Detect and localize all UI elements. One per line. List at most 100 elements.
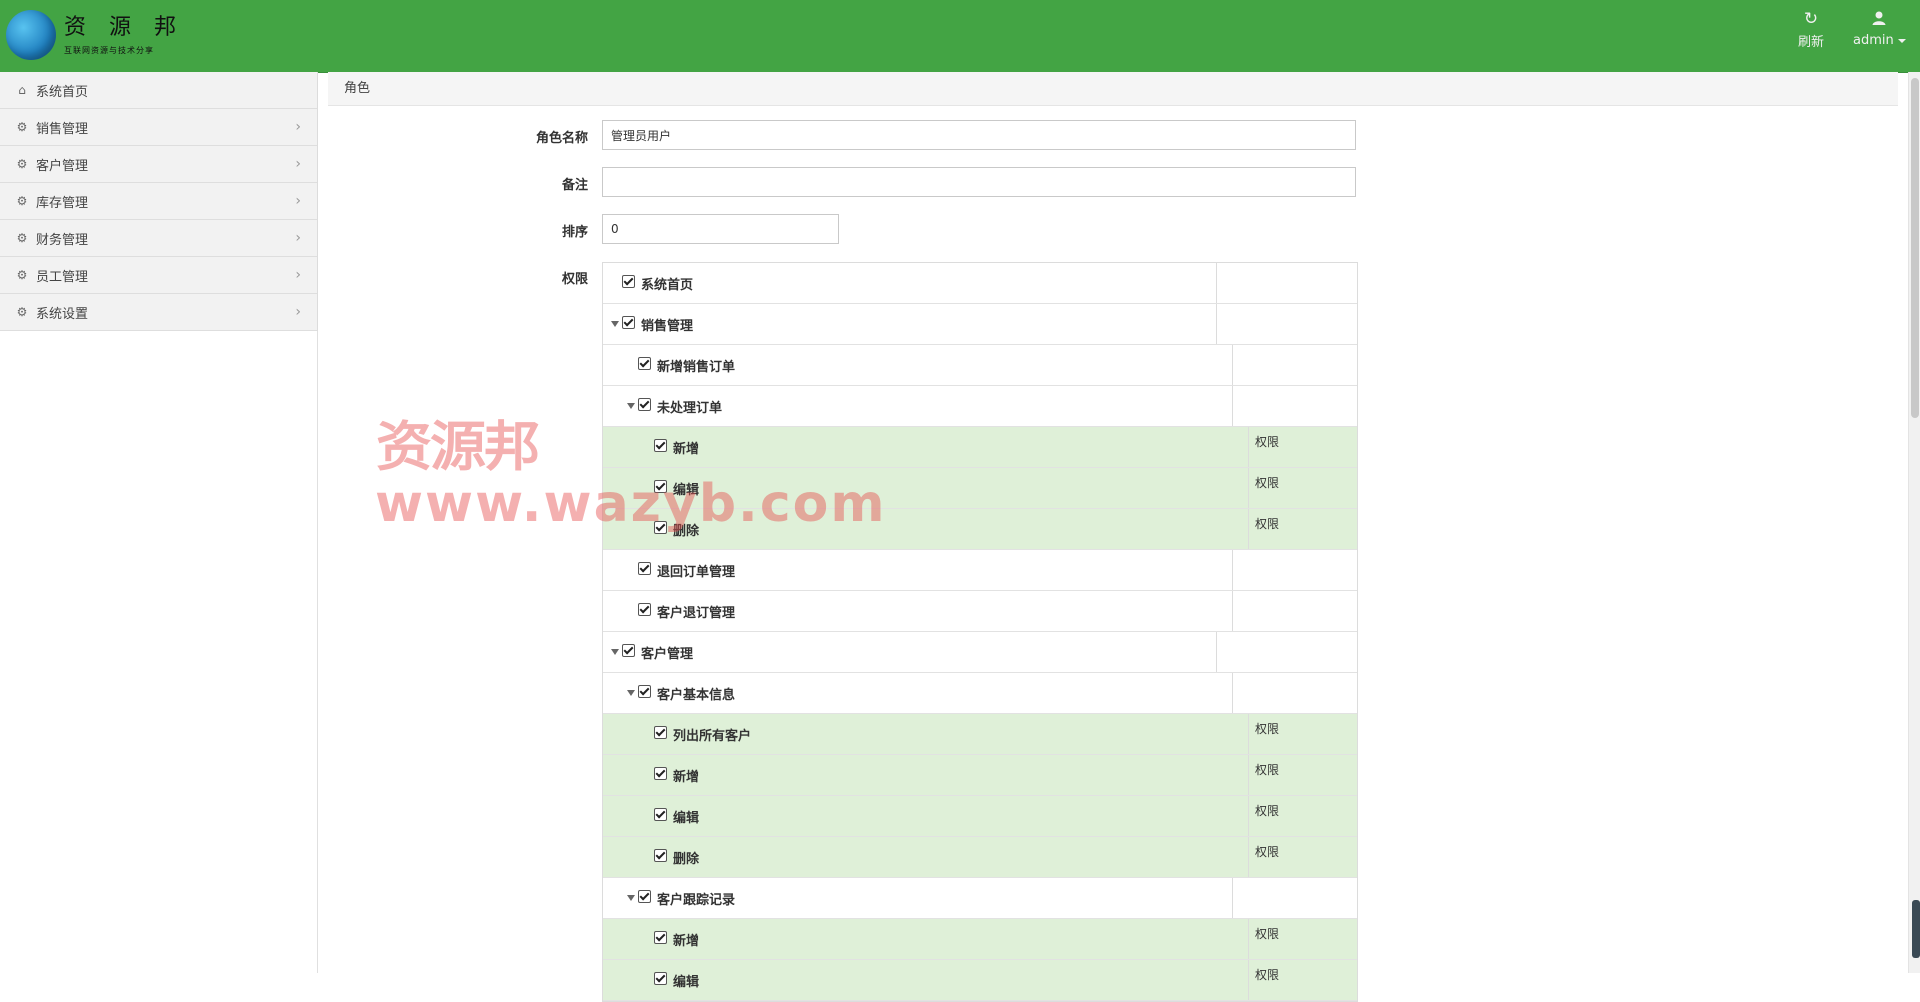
permission-cell: 销售管理 (603, 304, 1217, 344)
sidebar-item[interactable]: ⚙ 库存管理 › (0, 183, 317, 220)
sidebar-item[interactable]: ⌂ 系统首页 (0, 72, 317, 109)
side-panel-handle[interactable] (1912, 900, 1920, 958)
permission-row: 新增 权限 (603, 427, 1357, 468)
permission-right-cell: 权限 (1255, 927, 1280, 941)
permission-row: 客户基本信息 (603, 673, 1357, 714)
permission-checkbox[interactable] (654, 971, 667, 985)
gear-icon: ⚙ (16, 157, 28, 171)
sidebar-item-label: 系统设置 (36, 306, 89, 322)
permission-checkbox[interactable] (622, 315, 635, 329)
expand-triangle-icon[interactable] (627, 690, 635, 696)
permission-right-cell (1233, 550, 1357, 590)
permission-row: 客户管理 (603, 632, 1357, 673)
permission-row: 新增 权限 (603, 755, 1357, 796)
user-icon (1853, 10, 1906, 30)
permission-row: 新增 权限 (603, 919, 1357, 960)
permission-checkbox[interactable] (654, 807, 667, 821)
permission-cell: 新增 (603, 755, 1249, 795)
permission-row: 退回订单管理 (603, 550, 1357, 591)
sidebar-item[interactable]: ⚙ 财务管理 › (0, 220, 317, 257)
permission-label: 编辑 (673, 974, 700, 990)
permission-right-cell (1217, 304, 1357, 344)
permission-cell: 列出所有客户 (603, 714, 1249, 754)
page-scrollbar[interactable] (1908, 72, 1920, 973)
permission-cell: 客户管理 (603, 632, 1217, 672)
permission-checkbox[interactable] (654, 930, 667, 944)
sidebar-item-label: 系统首页 (36, 84, 89, 100)
breadcrumb: 角色 (328, 72, 1898, 106)
permission-cell: 新增 (603, 919, 1249, 959)
remark-label: 备注 (561, 178, 588, 193)
sidebar-item[interactable]: ⚙ 销售管理 › (0, 109, 317, 146)
permission-right-cell: 权限 (1255, 763, 1280, 777)
permission-cell: 客户基本信息 (603, 673, 1233, 713)
permission-cell: 删除 (603, 837, 1249, 877)
permission-label: 列出所有客户 (673, 728, 752, 744)
permission-row: 未处理订单 (603, 386, 1357, 427)
remark-input[interactable] (602, 167, 1356, 197)
expand-triangle-icon[interactable] (627, 403, 635, 409)
permission-right-cell (1233, 673, 1357, 713)
sidebar-item-label: 销售管理 (36, 121, 89, 137)
permission-right-cell: 权限 (1255, 845, 1280, 859)
permission-right-cell: 权限 (1255, 722, 1280, 736)
permission-cell: 系统首页 (603, 263, 1217, 303)
permission-checkbox[interactable] (638, 602, 651, 616)
permission-checkbox[interactable] (638, 561, 651, 575)
chevron-right-icon: › (295, 156, 301, 172)
gear-icon: ⚙ (16, 120, 28, 134)
permission-row: 销售管理 (603, 304, 1357, 345)
sidebar-item[interactable]: ⚙ 客户管理 › (0, 146, 317, 183)
permission-cell: 新增 (603, 427, 1249, 467)
permission-checkbox[interactable] (638, 356, 651, 370)
chevron-right-icon: › (295, 304, 301, 320)
logo-title: 资 源 邦 (64, 14, 184, 40)
gear-icon: ⚙ (16, 231, 28, 245)
permission-label: 未处理订单 (657, 400, 723, 416)
permission-right-cell (1233, 386, 1357, 426)
chevron-right-icon: › (295, 230, 301, 246)
refresh-icon: ↻ (1803, 9, 1819, 29)
globe-logo-icon (6, 10, 56, 60)
permission-right-cell (1233, 591, 1357, 631)
permission-checkbox[interactable] (654, 438, 667, 452)
sort-input[interactable] (602, 214, 839, 244)
expand-triangle-icon[interactable] (627, 895, 635, 901)
permission-checkbox[interactable] (622, 643, 635, 657)
permission-label: 客户基本信息 (657, 687, 736, 703)
permission-checkbox[interactable] (638, 889, 651, 903)
permission-checkbox[interactable] (654, 766, 667, 780)
permission-row: 编辑 权限 (603, 960, 1357, 1001)
permission-right-cell (1233, 345, 1357, 385)
logo[interactable]: 资 源 邦 互联网资源与技术分享 (6, 10, 184, 60)
permission-checkbox[interactable] (638, 397, 651, 411)
permission-label: 新增销售订单 (657, 359, 736, 375)
permission-label: 退回订单管理 (657, 564, 736, 580)
sidebar-item[interactable]: ⚙ 员工管理 › (0, 257, 317, 294)
chevron-right-icon: › (295, 193, 301, 209)
role-name-label: 角色名称 (535, 131, 588, 146)
permission-row: 新增销售订单 (603, 345, 1357, 386)
permission-label: 新增 (673, 769, 700, 785)
permission-cell: 新增销售订单 (603, 345, 1233, 385)
scrollbar-thumb[interactable] (1911, 78, 1919, 418)
expand-triangle-icon[interactable] (611, 649, 619, 655)
permission-row: 系统首页 (603, 263, 1357, 304)
sidebar: ⌂ 系统首页 ⚙ 销售管理 › ⚙ 客户管理 › ⚙ 库存管理 › ⚙ 财务管理 › ⚙ 员工管理 › ⚙ 系统设置… (0, 72, 318, 973)
top-header: 资 源 邦 互联网资源与技术分享 ↻ 刷新 admin (0, 0, 1920, 73)
gear-icon: ⚙ (16, 268, 28, 282)
permission-table: 系统首页 销售管理 新增销售订单 未处理订单 新增 权限 编辑 权限 删除 权限 退回订单管理 客户退… (602, 262, 1358, 1002)
expand-triangle-icon[interactable] (611, 321, 619, 327)
permission-checkbox[interactable] (654, 848, 667, 862)
permission-row: 编辑 权限 (603, 796, 1357, 837)
permission-checkbox[interactable] (622, 274, 635, 288)
permission-label: 编辑 (673, 810, 700, 826)
sidebar-item[interactable]: ⚙ 系统设置 › (0, 294, 317, 331)
refresh-button[interactable]: ↻ 刷新 (1798, 10, 1824, 50)
permission-checkbox[interactable] (638, 684, 651, 698)
permission-checkbox[interactable] (654, 725, 667, 739)
sidebar-menu: ⌂ 系统首页 ⚙ 销售管理 › ⚙ 客户管理 › ⚙ 库存管理 › ⚙ 财务管理 › ⚙ 员工管理 › ⚙ 系统设置… (0, 72, 318, 331)
user-menu-button[interactable]: admin (1853, 10, 1906, 48)
role-name-input[interactable] (602, 120, 1356, 150)
watermark-logo-text: 资源邦 (376, 416, 540, 479)
